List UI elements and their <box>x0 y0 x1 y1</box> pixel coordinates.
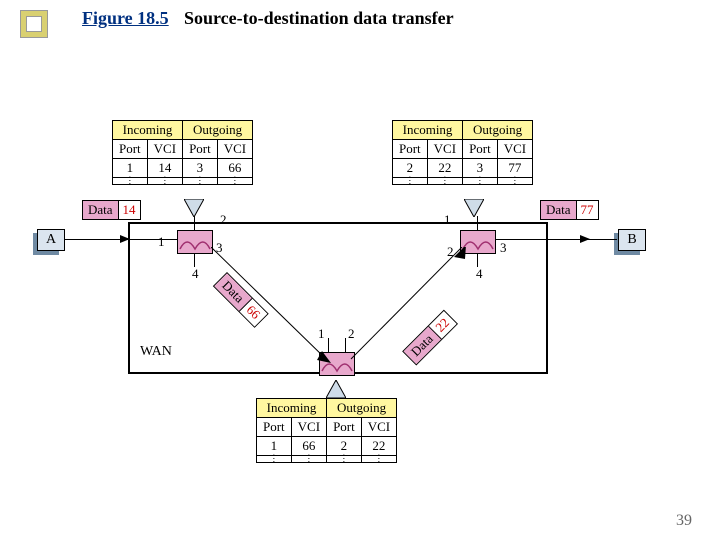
page-number: 39 <box>676 512 692 530</box>
routing-table-left: IncomingOutgoing PortVCIPortVCI 114366 ⋮… <box>112 120 253 185</box>
port-label: 4 <box>192 266 199 282</box>
slide-bullet-icon <box>20 10 48 38</box>
port-label: 1 <box>158 234 165 250</box>
port-label: 4 <box>476 266 483 282</box>
port-label: 2 <box>220 212 227 228</box>
port-label: 2 <box>348 326 355 342</box>
port-label: 2 <box>447 244 454 260</box>
packet-a: Data14 <box>82 200 141 220</box>
wan-label: WAN <box>140 344 172 360</box>
port-label: 3 <box>216 240 223 256</box>
table-pointer-bottom <box>326 380 346 403</box>
switch-left <box>177 230 213 254</box>
terminal-b: B <box>618 229 646 251</box>
routing-table-right: IncomingOutgoing PortVCIPortVCI 222377 ⋮… <box>392 120 533 185</box>
terminal-a: A <box>37 229 65 251</box>
link-left-to-bottom <box>211 247 336 370</box>
table-pointer-right <box>464 199 484 222</box>
routing-table-bottom: IncomingOutgoing PortVCIPortVCI 166222 ⋮… <box>256 398 397 463</box>
port-label: 3 <box>500 240 507 256</box>
figure-title: Source-to-destination data transfer <box>184 8 454 29</box>
figure-label: Figure 18.5 <box>82 8 169 29</box>
port-label: 1 <box>444 212 451 228</box>
packet-b: Data77 <box>540 200 599 220</box>
port-label: 1 <box>318 326 325 342</box>
link-bottom-to-right <box>344 247 469 370</box>
